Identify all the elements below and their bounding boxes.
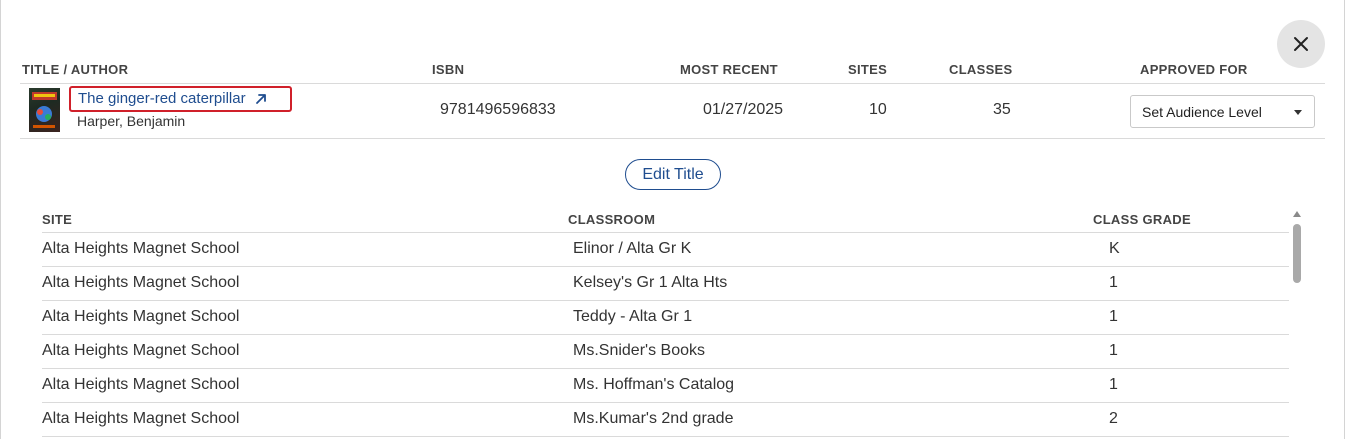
header-class-grade: CLASS GRADE [1093,212,1191,227]
table-row: Alta Heights Magnet School Teddy - Alta … [42,301,1289,335]
row-site: Alta Heights Magnet School [42,274,240,291]
header-most-recent: MOST RECENT [680,62,778,77]
row-grade: K [1109,240,1120,257]
header-isbn: ISBN [432,62,465,77]
header-title-author: TITLE / AUTHOR [22,62,129,77]
header-classes: CLASSES [949,62,1013,77]
edit-title-button[interactable]: Edit Title [625,159,721,190]
book-title-link[interactable]: The ginger-red caterpillar [78,90,268,107]
title-highlight-box: The ginger-red caterpillar [69,86,292,112]
table-row: Alta Heights Magnet School Ms. Hoffman's… [42,369,1289,403]
row-site: Alta Heights Magnet School [42,410,240,427]
row-grade: 2 [1109,410,1118,427]
row-classroom: Ms.Snider's Books [573,342,705,359]
table-row: Alta Heights Magnet School Ms.Kumar's 2n… [42,403,1289,437]
row-site: Alta Heights Magnet School [42,240,240,257]
book-cover [29,88,60,132]
chevron-down-icon [1294,110,1302,115]
book-most-recent: 01/27/2025 [703,101,784,118]
book-author: Harper, Benjamin [77,113,186,129]
header-approved-for: APPROVED FOR [1140,62,1248,77]
row-classroom: Elinor / Alta Gr K [573,240,692,257]
table-row: Alta Heights Magnet School Elinor / Alta… [42,233,1289,267]
row-classroom: Ms.Kumar's 2nd grade [573,410,734,427]
table-row: Alta Heights Magnet School Ms.Snider's B… [42,335,1289,369]
book-row-divider [20,138,1325,139]
row-grade: 1 [1109,308,1118,325]
row-site: Alta Heights Magnet School [42,376,240,393]
close-icon [1294,37,1308,51]
book-isbn: 9781496596833 [440,101,556,118]
external-link-icon [255,93,266,104]
row-grade: 1 [1109,274,1118,291]
header-sites: SITES [848,62,888,77]
row-classroom: Ms. Hoffman's Catalog [573,376,735,393]
audience-level-value: Set Audience Level [1142,103,1262,120]
row-grade: 1 [1109,342,1118,359]
row-site: Alta Heights Magnet School [42,342,240,359]
audience-level-select[interactable]: Set Audience Level [1130,95,1315,128]
row-grade: 1 [1109,376,1118,393]
title-details-dialog: TITLE / AUTHOR ISBN MOST RECENT SITES CL… [0,0,1345,439]
scrollbar-thumb[interactable] [1293,224,1301,283]
row-classroom: Teddy - Alta Gr 1 [573,308,693,325]
header-classroom: CLASSROOM [568,212,656,227]
header-divider [20,83,1325,84]
row-divider [42,436,1289,437]
book-title-text: The ginger-red caterpillar [78,90,246,107]
book-classes-count: 35 [993,101,1011,118]
class-table-scrollbar[interactable] [1290,208,1304,439]
book-sites-count: 10 [869,101,887,118]
close-button[interactable] [1277,20,1325,68]
header-site: SITE [42,212,73,227]
scroll-up-arrow-icon[interactable] [1293,211,1301,217]
row-classroom: Kelsey's Gr 1 Alta Hts [573,274,728,291]
table-row: Alta Heights Magnet School Kelsey's Gr 1… [42,267,1289,301]
row-site: Alta Heights Magnet School [42,308,240,325]
